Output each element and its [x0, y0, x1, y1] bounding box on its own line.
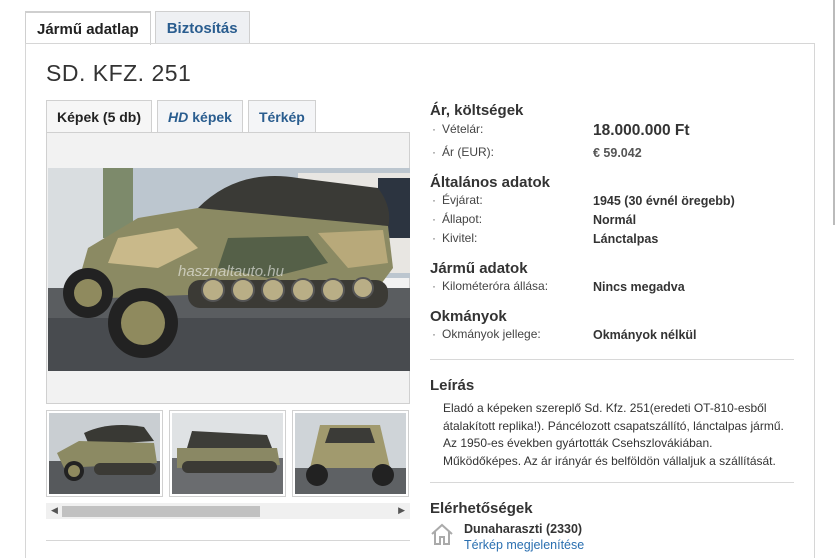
- main-photo[interactable]: hasznaltauto.hu: [48, 168, 410, 371]
- thumbnail-3[interactable]: [292, 410, 409, 497]
- odometer-value: Nincs megadva: [593, 280, 685, 294]
- scroll-left-icon[interactable]: ◀: [51, 505, 58, 516]
- thumbnail-strip: [46, 410, 410, 500]
- scrollbar-thumb[interactable]: [62, 506, 260, 517]
- photo-watermark: hasznaltauto.hu: [178, 263, 285, 280]
- thumbnail-scrollbar[interactable]: ◀ ▶: [46, 503, 410, 519]
- thumbnail-2[interactable]: [169, 410, 286, 497]
- divider-1: [430, 359, 794, 360]
- divider-2: [430, 482, 794, 483]
- contact-heading: Elérhetőségek: [430, 500, 533, 517]
- year-label: Évjárat:: [432, 193, 483, 207]
- show-map-link[interactable]: Térkép megjelenítése: [464, 538, 584, 552]
- body-type-value: Lánctalpas: [593, 232, 659, 246]
- price-label: Vételár:: [432, 122, 483, 136]
- year-value: 1945 (30 évnél öregebb): [593, 194, 735, 208]
- price-eur-value: € 59.042: [593, 146, 642, 160]
- main-tabs: Jármű adatlap Biztosítás: [25, 11, 254, 45]
- documents-value: Okmányok nélkül: [593, 328, 697, 342]
- tab-insurance[interactable]: Biztosítás: [154, 11, 250, 44]
- tab-hd-photos[interactable]: HD képek: [157, 100, 243, 133]
- documents-heading: Okmányok: [430, 308, 507, 325]
- odometer-label: Kilométeróra állása:: [432, 279, 548, 293]
- gallery-tabs: Képek (5 db) HD képek Térkép: [46, 100, 321, 133]
- body-type-label: Kivitel:: [432, 231, 477, 245]
- home-icon: [429, 521, 455, 552]
- page-title: SD. KFZ. 251: [46, 60, 192, 86]
- tab-photos[interactable]: Képek (5 db): [46, 100, 153, 133]
- condition-label: Állapot:: [432, 212, 482, 226]
- price-heading: Ár, költségek: [430, 102, 524, 119]
- price-eur-label: Ár (EUR):: [432, 145, 494, 159]
- price-value: 18.000.000 Ft: [593, 122, 690, 139]
- scroll-right-icon[interactable]: ▶: [398, 505, 405, 516]
- tab-map[interactable]: Térkép: [247, 100, 316, 133]
- general-heading: Általános adatok: [430, 174, 551, 191]
- hd-label: HD: [168, 109, 189, 125]
- vehicle-heading: Jármű adatok: [430, 260, 528, 277]
- page-edge-rule: [833, 0, 835, 225]
- description-heading: Leírás: [430, 377, 475, 394]
- tab-vehicle-sheet[interactable]: Jármű adatlap: [25, 11, 151, 45]
- condition-value: Normál: [593, 213, 637, 227]
- thumbnail-1[interactable]: [46, 410, 163, 497]
- description-text: Eladó a képeken szereplő Sd. Kfz. 251(er…: [443, 401, 784, 468]
- gallery-divider: [46, 540, 410, 541]
- documents-label: Okmányok jellege:: [432, 327, 541, 341]
- location-name: Dunaharaszti (2330): [464, 522, 583, 536]
- hd-photos-label: képek: [192, 109, 232, 125]
- photo-viewer: hasznaltauto.hu: [46, 132, 410, 404]
